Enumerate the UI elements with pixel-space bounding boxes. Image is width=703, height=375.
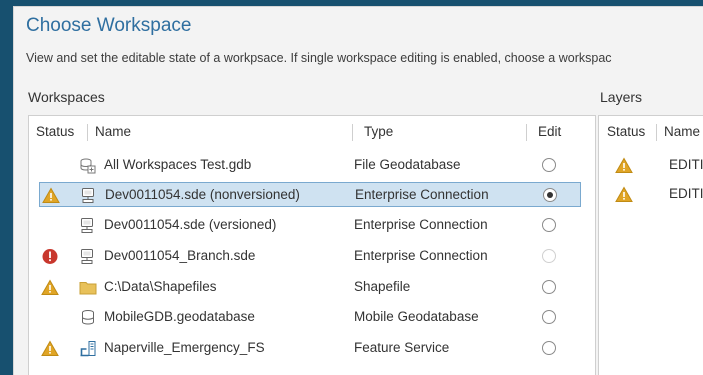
mobile-geodatabase-icon bbox=[79, 309, 97, 326]
edit-radio-selected[interactable] bbox=[543, 188, 557, 202]
workspace-row[interactable]: Naperville_Emergency_FS Feature Service bbox=[39, 336, 581, 361]
edit-radio[interactable] bbox=[542, 310, 556, 324]
workspace-row[interactable]: Dev0011054_Branch.sde Enterprise Connect… bbox=[39, 244, 581, 269]
workspace-type: Mobile Geodatabase bbox=[354, 309, 479, 324]
workspaces-label: Workspaces bbox=[28, 89, 105, 105]
column-separator[interactable] bbox=[87, 124, 88, 141]
edit-radio[interactable] bbox=[542, 158, 556, 172]
workspace-type: Enterprise Connection bbox=[354, 217, 488, 232]
warning-icon bbox=[41, 279, 59, 296]
layer-row[interactable]: EDITIN bbox=[599, 153, 703, 178]
workspace-row[interactable]: C:\Data\Shapefiles Shapefile bbox=[39, 275, 581, 300]
column-header-name[interactable]: Name bbox=[95, 124, 131, 139]
workspace-row[interactable]: Dev0011054.sde (nonversioned) Enterprise… bbox=[39, 182, 581, 207]
workspace-type: Feature Service bbox=[354, 340, 450, 355]
edit-radio-disabled bbox=[542, 249, 556, 263]
workspace-name: Dev0011054.sde (versioned) bbox=[104, 217, 277, 232]
edit-radio[interactable] bbox=[542, 341, 556, 355]
column-separator[interactable] bbox=[656, 124, 657, 141]
workspaces-table: Status Name Type Edit All Workspaces Tes… bbox=[28, 115, 596, 375]
column-separator[interactable] bbox=[526, 124, 527, 141]
workspace-name: MobileGDB.geodatabase bbox=[104, 309, 255, 324]
layer-name: EDITIN bbox=[669, 186, 703, 201]
workspace-type: Shapefile bbox=[354, 279, 411, 294]
edit-radio[interactable] bbox=[542, 218, 556, 232]
workspace-type: Enterprise Connection bbox=[355, 187, 489, 202]
file-geodatabase-icon bbox=[79, 157, 97, 174]
column-header-status[interactable]: Status bbox=[607, 124, 645, 139]
warning-icon bbox=[615, 157, 633, 174]
edit-radio[interactable] bbox=[542, 280, 556, 294]
choose-workspace-dialog: Choose Workspace View and set the editab… bbox=[13, 6, 703, 375]
workspace-name: All Workspaces Test.gdb bbox=[104, 157, 252, 172]
dialog-title: Choose Workspace bbox=[26, 15, 192, 36]
layers-label: Layers bbox=[600, 89, 643, 105]
layers-table: Status Name EDITIN EDITIN bbox=[598, 115, 703, 375]
database-connection-icon bbox=[79, 248, 97, 265]
workspace-type: Enterprise Connection bbox=[354, 248, 488, 263]
database-connection-icon bbox=[80, 187, 98, 204]
database-connection-icon bbox=[79, 217, 97, 234]
layer-name: EDITIN bbox=[669, 157, 703, 172]
workspace-row[interactable]: All Workspaces Test.gdb File Geodatabase bbox=[39, 153, 581, 178]
column-header-edit[interactable]: Edit bbox=[538, 124, 561, 139]
workspace-type: File Geodatabase bbox=[354, 157, 461, 172]
warning-icon bbox=[41, 340, 59, 357]
layer-row[interactable]: EDITIN bbox=[599, 182, 703, 207]
folder-icon bbox=[79, 279, 97, 296]
workspace-name: Dev0011054.sde (nonversioned) bbox=[105, 187, 300, 202]
workspace-row[interactable]: MobileGDB.geodatabase Mobile Geodatabase bbox=[39, 305, 581, 330]
warning-icon bbox=[615, 186, 633, 203]
column-header-name[interactable]: Name bbox=[664, 124, 703, 139]
dialog-description: View and set the editable state of a wor… bbox=[26, 51, 612, 65]
workspace-row[interactable]: Dev0011054.sde (versioned) Enterprise Co… bbox=[39, 213, 581, 238]
workspace-name: Dev0011054_Branch.sde bbox=[104, 248, 256, 263]
column-header-type[interactable]: Type bbox=[364, 124, 393, 139]
workspace-name: C:\Data\Shapefiles bbox=[104, 279, 217, 294]
error-icon bbox=[41, 248, 59, 265]
column-separator[interactable] bbox=[352, 124, 353, 141]
workspace-name: Naperville_Emergency_FS bbox=[104, 340, 265, 355]
column-header-status[interactable]: Status bbox=[36, 124, 74, 139]
warning-icon bbox=[42, 187, 60, 204]
feature-service-icon bbox=[79, 340, 97, 357]
